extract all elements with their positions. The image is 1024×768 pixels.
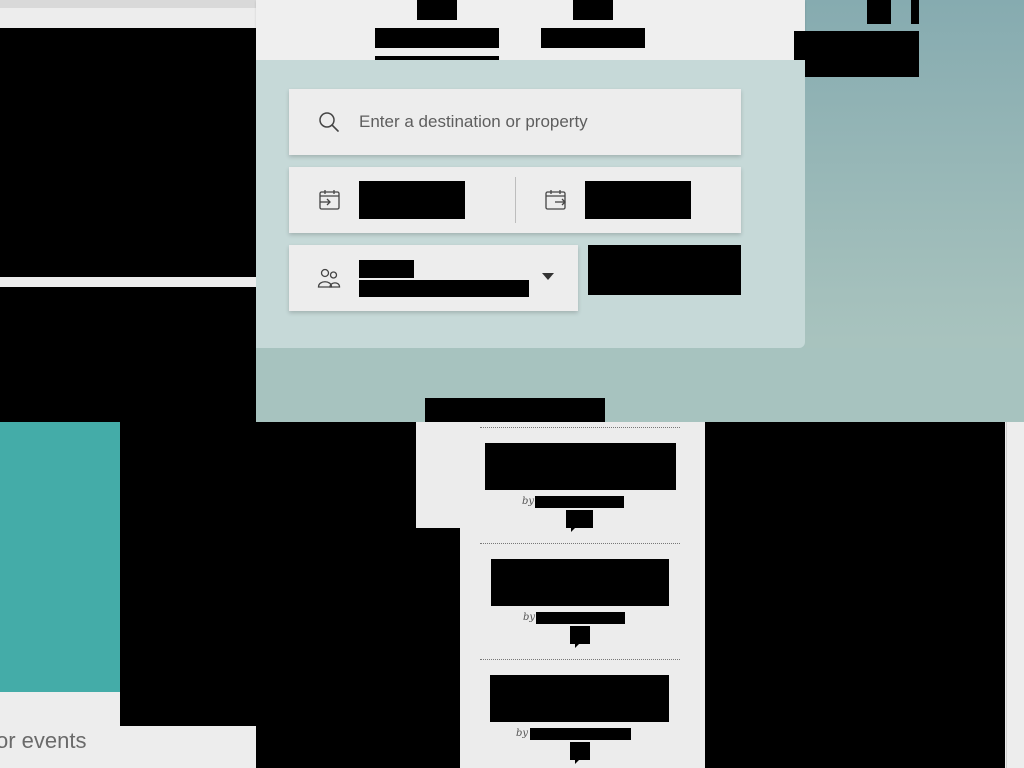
hero-bottom <box>256 348 1024 422</box>
article-byline-prefix: by <box>516 728 529 739</box>
header-icon[interactable] <box>867 0 891 24</box>
tab-icon[interactable] <box>573 0 613 20</box>
article-byline-prefix: by <box>522 496 535 507</box>
redacted-image-block <box>416 528 460 768</box>
tab-icon[interactable] <box>417 0 457 20</box>
tab-label[interactable] <box>541 28 645 48</box>
redacted-image-block <box>120 422 256 726</box>
redacted-image-block <box>0 28 256 277</box>
comment-count-icon[interactable] <box>566 510 593 532</box>
destination-placeholder: Enter a destination or property <box>359 112 588 131</box>
search-icon <box>317 110 341 134</box>
date-range-field <box>289 167 741 233</box>
search-button[interactable] <box>588 245 741 295</box>
guests-label <box>359 260 414 278</box>
chevron-down-icon <box>542 273 554 280</box>
events-link-text[interactable]: or events <box>0 726 256 768</box>
calendar-check-in-icon <box>318 188 342 212</box>
top-strip <box>0 0 256 8</box>
check-out-date-value[interactable] <box>585 181 691 219</box>
redacted-image-block <box>0 287 256 422</box>
article-author[interactable] <box>535 496 624 508</box>
header-icon[interactable] <box>911 0 919 24</box>
guests-selector[interactable] <box>289 245 578 311</box>
comment-count-icon[interactable] <box>570 742 590 764</box>
right-edge-divider <box>1006 422 1007 768</box>
guests-icon <box>317 266 341 290</box>
guests-value <box>359 280 529 297</box>
article-list-background <box>416 422 460 528</box>
article-title[interactable] <box>490 675 669 722</box>
search-tabs-header <box>256 0 805 60</box>
header-button[interactable] <box>794 31 919 77</box>
redacted-image-block <box>256 422 416 768</box>
calendar-check-out-icon <box>544 188 568 212</box>
date-divider <box>515 177 516 223</box>
check-in-date-value[interactable] <box>359 181 465 219</box>
right-edge <box>1005 422 1024 768</box>
article-author[interactable] <box>536 612 625 624</box>
teal-image <box>0 422 120 692</box>
article-author[interactable] <box>530 728 631 740</box>
redacted-image-block <box>705 422 1005 768</box>
article-separator <box>480 427 680 428</box>
article-title[interactable] <box>485 443 676 490</box>
article-title[interactable] <box>491 559 669 606</box>
comment-count-icon[interactable] <box>570 626 590 648</box>
hero-caption <box>425 398 605 422</box>
destination-input[interactable]: Enter a destination or property <box>289 89 741 155</box>
article-byline-prefix: by <box>523 612 536 623</box>
article-separator <box>480 659 680 660</box>
article-separator <box>480 543 680 544</box>
tab-label-active[interactable] <box>375 28 499 48</box>
